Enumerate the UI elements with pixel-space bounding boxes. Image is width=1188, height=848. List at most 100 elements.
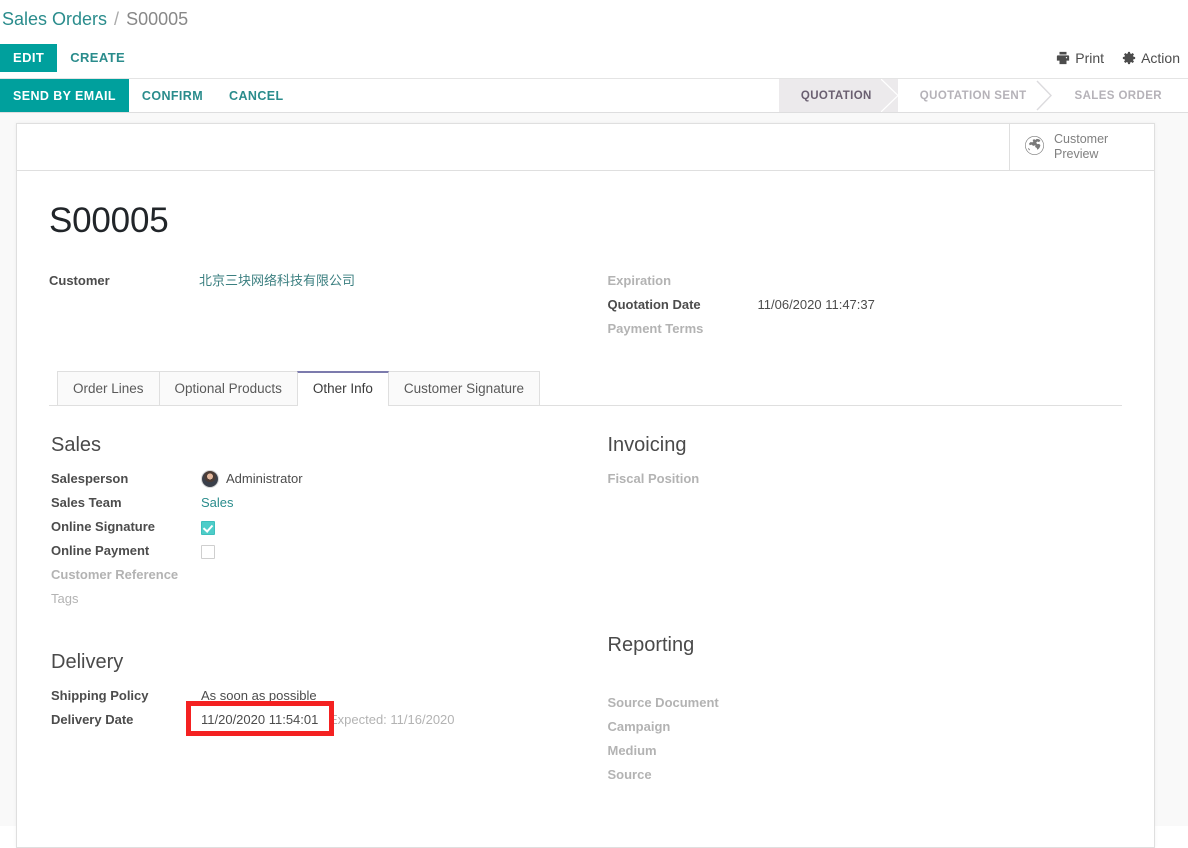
field-online-payment-value-cell	[201, 539, 586, 563]
field-medium-value[interactable]	[758, 739, 1121, 763]
notebook: Order Lines Optional Products Other Info…	[49, 371, 1122, 827]
field-salesperson-label: Salesperson	[51, 471, 129, 486]
gear-icon	[1122, 51, 1136, 65]
delivery-date-expected: Expected: 11/16/2020	[328, 712, 455, 727]
field-payment-terms-label: Payment Terms	[607, 321, 704, 336]
stage-quotation-sent[interactable]: QUOTATION SENT	[898, 79, 1053, 112]
field-source-value[interactable]	[758, 763, 1121, 787]
sheet-background: Customer Preview S00005 Customer 北京三块网络科…	[0, 113, 1188, 848]
tab-customer-signature[interactable]: Customer Signature	[387, 371, 540, 405]
field-shipping-policy: Shipping Policy As soon as possible	[51, 684, 586, 708]
create-button[interactable]: CREATE	[57, 44, 138, 72]
action-label: Action	[1141, 50, 1180, 66]
customer-preview-line2: Preview	[1054, 147, 1099, 161]
field-delivery-date-value-cell: 11/20/2020 11:54:01 Expected: 11/16/2020	[186, 701, 586, 736]
spacer-cell	[199, 293, 586, 317]
field-source-document-value[interactable]	[758, 691, 1121, 715]
sales-section: Sales Salesperson Administrator Sales Te…	[51, 434, 586, 611]
field-quotation-date: Quotation Date 11/06/2020 11:47:37	[608, 293, 1123, 317]
statusbar: SEND BY EMAIL CONFIRM CANCEL QUOTATION Q…	[0, 78, 1188, 113]
confirm-button[interactable]: CONFIRM	[129, 79, 216, 112]
field-expiration-value[interactable]	[758, 269, 1123, 293]
tab-other-info[interactable]: Other Info	[296, 371, 389, 406]
cancel-button[interactable]: CANCEL	[216, 79, 296, 112]
print-button[interactable]: Print	[1056, 50, 1104, 66]
tab-panel-other-info: Sales Salesperson Administrator Sales Te…	[49, 406, 1122, 827]
customer-preview-line1: Customer	[1054, 132, 1109, 146]
field-tags-label: Tags	[51, 591, 79, 606]
stage-quotation-sent-label: QUOTATION SENT	[919, 89, 1027, 102]
field-shipping-policy-label: Shipping Policy	[51, 688, 149, 703]
field-medium-label: Medium	[607, 743, 657, 758]
spacer-cell	[49, 293, 199, 317]
field-salesperson-value-cell[interactable]: Administrator	[201, 467, 586, 491]
edit-button[interactable]: EDIT	[0, 44, 58, 72]
field-fiscal-position: Fiscal Position	[608, 467, 1121, 491]
field-delivery-date-label: Delivery Date	[51, 712, 134, 727]
field-expiration: Expiration	[608, 269, 1123, 293]
field-payment-terms: Payment Terms	[608, 317, 1123, 341]
field-sales-team-label: Sales Team	[51, 495, 122, 510]
field-salesperson-value: Administrator	[226, 471, 303, 486]
breadcrumb-separator: /	[114, 8, 120, 29]
spacer-cell	[49, 317, 199, 341]
record-sheet: Customer Preview S00005 Customer 北京三块网络科…	[16, 123, 1155, 848]
spacer-cell	[758, 667, 1121, 691]
customer-preview-labels: Customer Preview	[1054, 132, 1108, 162]
breadcrumb-root-link[interactable]: Sales Orders	[2, 9, 107, 30]
delivery-section-title: Delivery	[51, 651, 124, 673]
field-sales-team-value[interactable]: Sales	[201, 491, 586, 515]
globe-icon	[1024, 135, 1045, 159]
action-button[interactable]: Action	[1122, 50, 1180, 66]
tab-optional-products[interactable]: Optional Products	[158, 371, 298, 405]
breadcrumb-current: S00005	[126, 8, 189, 29]
control-panel: EDIT CREATE Print Action	[0, 38, 1188, 78]
field-salesperson: Salesperson Administrator	[51, 467, 586, 491]
stage-arrow-icon	[880, 79, 899, 112]
page-title: S00005	[49, 201, 169, 240]
stage-arrow-icon	[1036, 79, 1054, 112]
stage-quotation[interactable]: QUOTATION	[778, 79, 899, 112]
field-online-signature-label: Online Signature	[51, 519, 156, 534]
other-info-left-column: Sales Salesperson Administrator Sales Te…	[51, 434, 586, 827]
field-campaign-label: Campaign	[607, 719, 671, 734]
invoicing-section-title: Invoicing	[607, 434, 687, 456]
customer-preview-button[interactable]: Customer Preview	[1009, 124, 1154, 170]
field-delivery-date-value[interactable]: 11/20/2020 11:54:01	[201, 712, 318, 727]
field-expiration-label: Expiration	[607, 273, 672, 288]
send-by-email-button[interactable]: SEND BY EMAIL	[0, 79, 129, 112]
notebook-tabs: Order Lines Optional Products Other Info…	[49, 371, 1122, 406]
tab-order-lines[interactable]: Order Lines	[57, 371, 160, 405]
reporting-section-title: Reporting	[607, 634, 695, 656]
header-form-left: Customer 北京三块网络科技有限公司	[49, 269, 586, 341]
header-form: Customer 北京三块网络科技有限公司 Expiration Quotati…	[49, 269, 1122, 341]
spacer-cell	[199, 317, 586, 341]
field-customer-reference-value[interactable]	[201, 563, 586, 587]
field-payment-terms-value[interactable]	[758, 317, 1123, 341]
field-online-payment: Online Payment	[51, 539, 586, 563]
field-source: Source	[608, 763, 1121, 787]
field-customer-reference-label: Customer Reference	[51, 567, 179, 582]
user-avatar-icon	[201, 470, 219, 488]
field-tags-value[interactable]	[201, 587, 586, 611]
online-signature-checkbox[interactable]	[201, 520, 215, 535]
field-shipping-policy-value[interactable]: As soon as possible	[201, 684, 586, 708]
field-customer-value[interactable]: 北京三块网络科技有限公司	[199, 269, 586, 293]
field-online-signature: Online Signature	[51, 515, 586, 539]
field-quotation-date-value[interactable]: 11/06/2020 11:47:37	[758, 293, 1123, 317]
field-source-label: Source	[607, 767, 652, 782]
field-campaign-value[interactable]	[758, 715, 1121, 739]
stage-sales-order-label: SALES ORDER	[1074, 89, 1162, 102]
sheet-button-box: Customer Preview	[17, 124, 1154, 171]
field-sales-team: Sales Team Sales	[51, 491, 586, 515]
field-delivery-date: Delivery Date 11/20/2020 11:54:01 Expect…	[51, 701, 586, 736]
other-info-right-column: Invoicing Fiscal Position Reporting Sour…	[586, 434, 1121, 827]
stage-sales-order[interactable]: SALES ORDER	[1053, 79, 1188, 112]
delivery-section: Delivery Shipping Policy As soon as poss…	[51, 651, 586, 736]
statusbar-stages: QUOTATION QUOTATION SENT SALES ORDER	[778, 79, 1188, 112]
sheet-body: S00005 Customer 北京三块网络科技有限公司 Expiration …	[17, 171, 1154, 847]
invoicing-section: Invoicing Fiscal Position	[608, 434, 1121, 594]
field-fiscal-position-value[interactable]	[758, 467, 1121, 491]
online-payment-checkbox[interactable]	[201, 544, 215, 559]
header-form-right: Expiration Quotation Date 11/06/2020 11:…	[586, 269, 1123, 341]
